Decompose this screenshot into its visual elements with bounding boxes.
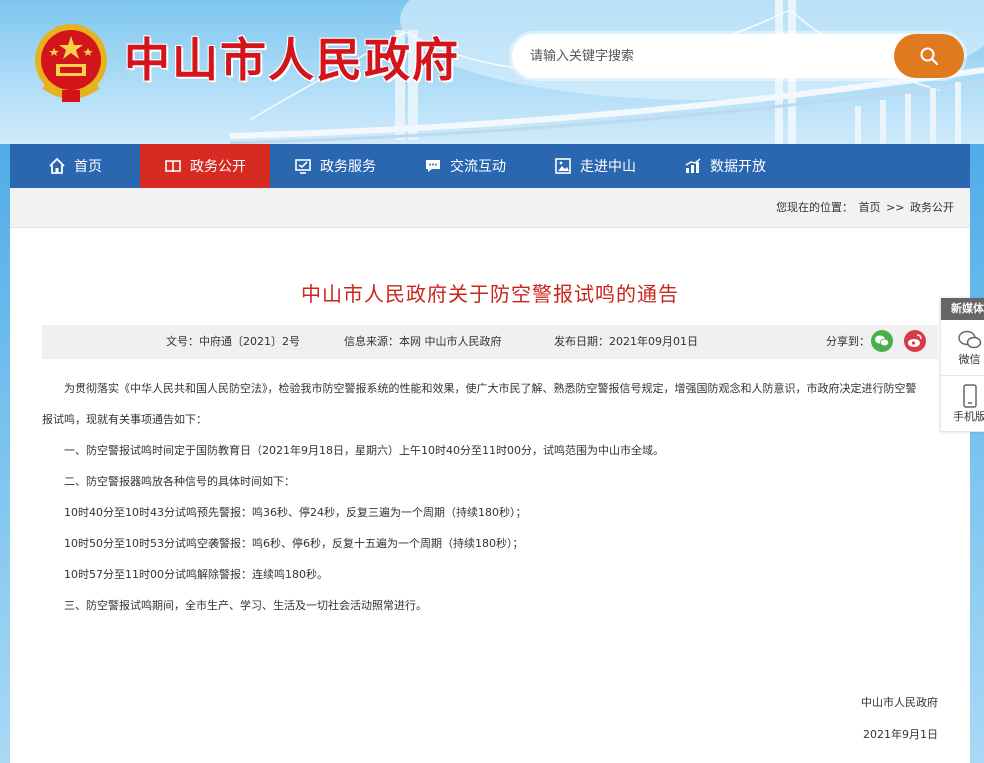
paragraph-2: 二、防空警报器鸣放各种信号的具体时间如下： — [64, 475, 295, 488]
mobile-phone-icon — [962, 383, 977, 408]
chat-icon — [426, 160, 440, 172]
nav-label-home: 首页 — [74, 159, 102, 175]
paragraph-4: 10时50分至10时53分试鸣空袭警报：鸣6秒、停6秒，反复十五遍为一个周期（持… — [64, 537, 524, 550]
national-emblem-logo — [35, 24, 107, 102]
monitor-icon — [295, 159, 311, 174]
book-icon — [165, 160, 181, 173]
paragraph-1: 一、防空警报试鸣时间定于国防教育日（2021年9月18日，星期六）上午10时40… — [64, 444, 664, 457]
new-media-heading: 新媒体 — [941, 298, 984, 320]
publish-date: 发布日期：2021年09月01日 — [554, 335, 698, 348]
nav-item-open-data[interactable]: 数据开放 — [660, 144, 790, 188]
paragraph-5: 10时57分至11时00分试鸣解除警报：连续鸣180秒。 — [64, 568, 328, 581]
breadcrumb: 您现在的位置： 首页 >> 政务公开 — [10, 188, 970, 228]
nav-item-gov-services[interactable]: 政务服务 — [270, 144, 400, 188]
wechat-share-icon[interactable] — [871, 330, 893, 352]
nav-item-about-zhongshan[interactable]: 走进中山 — [530, 144, 660, 188]
breadcrumb-separator: >> — [886, 201, 905, 214]
main-nav: 首页 政务公开 政务服务 交流互动 走进中山 数据开放 — [10, 144, 970, 188]
search-input[interactable] — [530, 34, 890, 78]
intro-paragraph-line2: 报试鸣，现就有关事项通告如下： — [42, 413, 207, 426]
article-body: 为贯彻落实《中华人民共和国人民防空法》，检验我市防空警报系统的性能和效果，使广大… — [10, 373, 970, 621]
paragraph-3: 10时40分至10时43分试鸣预先警报：鸣36秒、停24秒，反复三遍为一个周期（… — [64, 506, 527, 519]
intro-paragraph-line1: 为贯彻落实《中华人民共和国人民防空法》，检验我市防空警报系统的性能和效果，使广大… — [64, 382, 917, 395]
site-header: 中山市人民政府 — [0, 0, 984, 144]
doc-number: 文号：中府通〔2021〕2号 — [166, 335, 300, 348]
info-source: 信息来源：本网 中山市人民政府 — [344, 335, 502, 348]
wechat-widget-label: 微信 — [958, 352, 981, 366]
mobile-widget-item[interactable]: 手机版 — [941, 376, 984, 432]
search-icon — [920, 47, 939, 66]
new-media-widget: 新媒体 微信 手机版 — [941, 298, 984, 432]
search-button[interactable] — [894, 34, 964, 78]
bar-chart-icon — [685, 158, 701, 173]
article-meta-bar: 文号：中府通〔2021〕2号 信息来源：本网 中山市人民政府 发布日期：2021… — [42, 325, 938, 359]
site-title: 中山市人民政府 — [124, 33, 460, 87]
breadcrumb-home-link[interactable]: 首页 — [859, 201, 881, 214]
content-panel: 您现在的位置： 首页 >> 政务公开 中山市人民政府关于防空警报试鸣的通告 文号… — [10, 188, 970, 763]
nav-label-interaction: 交流互动 — [450, 159, 506, 175]
nav-label-open-data: 数据开放 — [710, 159, 766, 175]
signature-date: 2021年9月1日 — [863, 728, 938, 741]
breadcrumb-prefix: 您现在的位置： — [776, 201, 854, 214]
article-title: 中山市人民政府关于防空警报试鸣的通告 — [301, 282, 679, 306]
home-icon — [49, 158, 65, 174]
wechat-outline-icon — [957, 330, 981, 348]
mobile-widget-label: 手机版 — [953, 409, 984, 423]
nav-label-gov-affairs: 政务公开 — [190, 159, 246, 175]
weibo-share-icon[interactable] — [904, 330, 926, 352]
nav-item-gov-affairs[interactable]: 政务公开 — [140, 144, 270, 188]
signature-org: 中山市人民政府 — [861, 696, 938, 709]
nav-label-about-zhongshan: 走进中山 — [580, 159, 636, 175]
wechat-icon — [875, 335, 890, 347]
weibo-icon — [908, 334, 922, 347]
wechat-widget-item[interactable]: 微信 — [941, 320, 984, 376]
share-label: 分享到： — [826, 335, 870, 348]
nav-item-home[interactable]: 首页 — [10, 144, 140, 188]
picture-icon — [555, 158, 571, 174]
search-box — [512, 34, 964, 78]
nav-item-interaction[interactable]: 交流互动 — [400, 144, 530, 188]
breadcrumb-current-link[interactable]: 政务公开 — [910, 201, 954, 214]
nav-label-gov-services: 政务服务 — [320, 159, 376, 175]
paragraph-6: 三、防空警报试鸣期间，全市生产、学习、生活及一切社会活动照常进行。 — [64, 599, 427, 612]
